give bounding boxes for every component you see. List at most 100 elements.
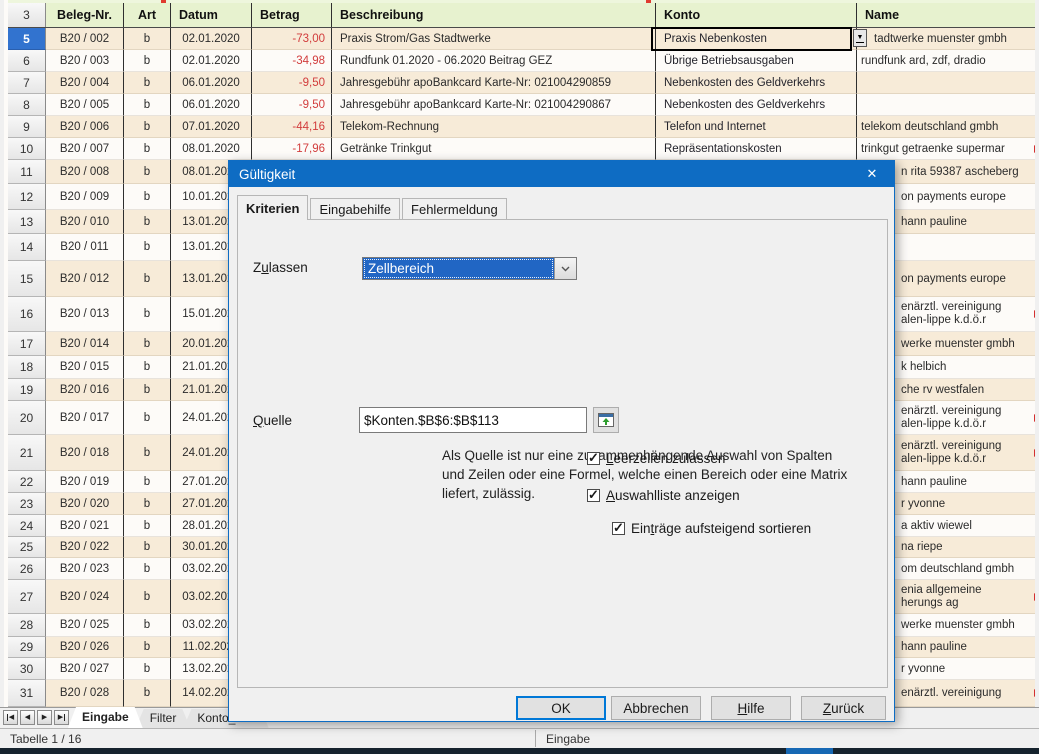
sheet-next-button[interactable]: ▶ <box>37 710 52 725</box>
cell-beleg-nr[interactable]: B20 / 021 <box>46 515 124 537</box>
cell-datum[interactable]: 08.01.2020 <box>171 138 252 160</box>
cell-beleg-nr[interactable]: B20 / 013 <box>46 297 124 332</box>
cell-beschreibung[interactable]: Jahresgebühr apoBankcard Karte-Nr: 02100… <box>332 94 656 116</box>
row-header[interactable]: 18 <box>8 356 46 379</box>
row-header[interactable]: 6 <box>8 50 46 72</box>
row-header[interactable]: 14 <box>8 234 46 261</box>
row-header[interactable]: 11 <box>8 160 46 184</box>
cell-konto[interactable]: Nebenkosten des Geldverkehrs <box>656 94 857 116</box>
cell-betrag[interactable]: -34,98 <box>252 50 332 72</box>
cell-art[interactable]: b <box>124 471 171 493</box>
cell-beleg-nr[interactable]: B20 / 025 <box>46 614 124 637</box>
cell-datum[interactable]: 06.01.2020 <box>171 72 252 94</box>
abbrechen-button[interactable]: Abbrechen <box>611 696 701 720</box>
cell-beleg-nr[interactable]: B20 / 009 <box>46 184 124 210</box>
cell-name[interactable]: tadtwerke muenster gmbh <box>857 28 1035 50</box>
column-header-art[interactable]: Art <box>124 3 171 27</box>
row-header[interactable]: 20 <box>8 401 46 435</box>
dialog-titlebar[interactable]: Gültigkeit ✕ <box>229 161 894 187</box>
cell-betrag[interactable]: -44,16 <box>252 116 332 138</box>
cell-beleg-nr[interactable]: B20 / 017 <box>46 401 124 435</box>
cell-art[interactable]: b <box>124 356 171 379</box>
row-header[interactable]: 29 <box>8 637 46 658</box>
row-header[interactable]: 22 <box>8 471 46 493</box>
cell-art[interactable]: b <box>124 28 171 50</box>
row-header[interactable]: 9 <box>8 116 46 138</box>
cell-art[interactable]: b <box>124 116 171 138</box>
column-header-beschreibung[interactable]: Beschreibung <box>332 3 656 27</box>
cell-beleg-nr[interactable]: B20 / 005 <box>46 94 124 116</box>
row-header[interactable]: 27 <box>8 580 46 614</box>
row-header[interactable]: 12 <box>8 184 46 210</box>
ok-button[interactable]: OK <box>516 696 606 720</box>
row-header[interactable]: 17 <box>8 332 46 356</box>
column-header-name[interactable]: Name <box>857 3 1035 27</box>
allow-combobox[interactable]: Zellbereich <box>362 257 577 280</box>
cell-beschreibung[interactable]: Rundfunk 01.2020 - 06.2020 Beitrag GEZ <box>332 50 656 72</box>
row-header[interactable]: 15 <box>8 261 46 297</box>
cell-art[interactable]: b <box>124 138 171 160</box>
cell-beleg-nr[interactable]: B20 / 024 <box>46 580 124 614</box>
cell-art[interactable]: b <box>124 637 171 658</box>
cell-beleg-nr[interactable]: B20 / 023 <box>46 558 124 580</box>
source-input[interactable] <box>359 407 587 433</box>
cell-art[interactable]: b <box>124 234 171 261</box>
row-header[interactable]: 31 <box>8 680 46 707</box>
row-header[interactable]: 26 <box>8 558 46 580</box>
cell-art[interactable]: b <box>124 184 171 210</box>
cell-datum[interactable]: 06.01.2020 <box>171 94 252 116</box>
sheet-tab-filter[interactable]: Filter <box>136 709 191 728</box>
cell-beleg-nr[interactable]: B20 / 019 <box>46 471 124 493</box>
cell-betrag[interactable]: -9,50 <box>252 94 332 116</box>
cell-beleg-nr[interactable]: B20 / 016 <box>46 379 124 401</box>
cell-beleg-nr[interactable]: B20 / 003 <box>46 50 124 72</box>
shrink-button[interactable] <box>593 407 619 433</box>
cell-datum[interactable]: 02.01.2020 <box>171 50 252 72</box>
checkbox-2[interactable]: ✓ <box>587 489 600 502</box>
cell-beleg-nr[interactable]: B20 / 004 <box>46 72 124 94</box>
cell-art[interactable]: b <box>124 379 171 401</box>
cell-beschreibung[interactable]: Telekom-Rechnung <box>332 116 656 138</box>
cell-art[interactable]: b <box>124 680 171 707</box>
row-header[interactable]: 30 <box>8 658 46 680</box>
cell-beleg-nr[interactable]: B20 / 014 <box>46 332 124 356</box>
cell-name[interactable]: trinkgut getraenke supermar <box>857 138 1035 160</box>
cell-art[interactable]: b <box>124 558 171 580</box>
cell-beleg-nr[interactable]: B20 / 015 <box>46 356 124 379</box>
cell-art[interactable]: b <box>124 94 171 116</box>
row-header[interactable]: 25 <box>8 537 46 558</box>
row-header[interactable]: 13 <box>8 210 46 234</box>
cell-konto[interactable]: Übrige Betriebsausgaben <box>656 50 857 72</box>
cell-konto[interactable]: Repräsentationskosten <box>656 138 857 160</box>
row-header[interactable]: 5 <box>8 28 46 50</box>
cell-art[interactable]: b <box>124 435 171 471</box>
cell-art[interactable]: b <box>124 493 171 515</box>
hilfe-button[interactable]: Hilfe <box>711 696 791 720</box>
cell-art[interactable]: b <box>124 614 171 637</box>
cell-beleg-nr[interactable]: B20 / 022 <box>46 537 124 558</box>
cell-art[interactable]: b <box>124 261 171 297</box>
row-header[interactable]: 19 <box>8 379 46 401</box>
cell-konto[interactable]: Praxis Nebenkosten <box>656 28 857 50</box>
row-header[interactable]: 23 <box>8 493 46 515</box>
cell-art[interactable]: b <box>124 72 171 94</box>
cell-konto[interactable]: Nebenkosten des Geldverkehrs <box>656 72 857 94</box>
cell-beleg-nr[interactable]: B20 / 026 <box>46 637 124 658</box>
cell-beschreibung[interactable]: Praxis Strom/Gas Stadtwerke <box>332 28 656 50</box>
cell-betrag[interactable]: -17,96 <box>252 138 332 160</box>
sheet-last-button[interactable]: ▶ <box>54 710 69 725</box>
row-header[interactable]: 24 <box>8 515 46 537</box>
cell-datum[interactable]: 02.01.2020 <box>171 28 252 50</box>
combobox-arrow-button[interactable] <box>554 258 576 279</box>
cell-beschreibung[interactable]: Jahresgebühr apoBankcard Karte-Nr: 02100… <box>332 72 656 94</box>
cell-art[interactable]: b <box>124 401 171 435</box>
cell-beleg-nr[interactable]: B20 / 006 <box>46 116 124 138</box>
column-header-beleg[interactable]: Beleg-Nr. <box>46 3 124 27</box>
sheet-tab-eingabe[interactable]: Eingabe <box>68 707 143 728</box>
cell-beleg-nr[interactable]: B20 / 007 <box>46 138 124 160</box>
cell-name[interactable]: telekom deutschland gmbh <box>857 116 1035 138</box>
cell-beleg-nr[interactable]: B20 / 002 <box>46 28 124 50</box>
cell-beschreibung[interactable]: Getränke Trinkgut <box>332 138 656 160</box>
cell-beleg-nr[interactable]: B20 / 011 <box>46 234 124 261</box>
cell-art[interactable]: b <box>124 658 171 680</box>
